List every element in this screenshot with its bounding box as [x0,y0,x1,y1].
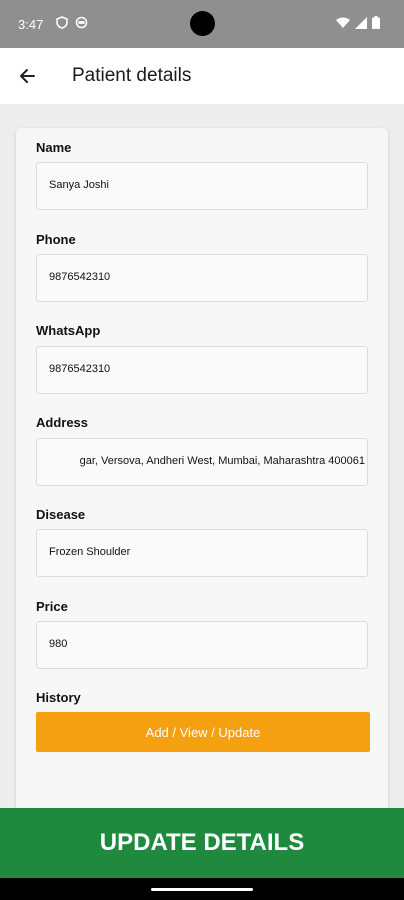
page-title: Patient details [72,65,192,86]
home-indicator[interactable] [151,888,253,891]
navigation-bar [0,878,404,900]
whatsapp-label: WhatsApp [36,323,101,338]
address-field[interactable]: gar, Versova, Andheri West, Mumbai, Maha… [36,438,368,486]
address-label: Address [36,415,89,430]
shield-icon [56,16,68,29]
price-field[interactable]: 980 [36,621,368,669]
status-icons-right [336,16,380,29]
status-bar: 3:47 [0,0,404,48]
phone-label: Phone [36,232,76,247]
disease-field[interactable]: Frozen Shoulder [36,529,368,577]
history-label: History [36,690,81,705]
address-value: gar, Versova, Andheri West, Mumbai, Maha… [79,455,365,467]
status-time: 3:47 [18,17,44,32]
wifi-icon [336,17,350,28]
sim-icon [75,16,88,29]
name-field[interactable]: Sanya Joshi [36,162,368,210]
name-value: Sanya Joshi [49,179,109,191]
patient-form-card: Name Sanya Joshi Phone 9876542310 WhatsA… [16,128,388,818]
whatsapp-field[interactable]: 9876542310 [36,346,368,394]
update-details-button[interactable]: UPDATE DETAILS [0,808,404,878]
camera-cutout [190,11,215,36]
app-bar: Patient details [0,48,404,104]
content-area: Name Sanya Joshi Phone 9876542310 WhatsA… [0,104,404,818]
phone-value: 9876542310 [49,271,111,283]
history-button[interactable]: Add / View / Update [36,712,370,752]
whatsapp-value: 9876542310 [49,363,111,375]
disease-value: Frozen Shoulder [49,546,131,558]
disease-label: Disease [36,507,86,522]
arrow-left-icon [20,69,35,83]
phone-field[interactable]: 9876542310 [36,254,368,302]
status-icons-left [56,16,88,29]
price-label: Price [36,599,68,614]
back-button[interactable] [12,62,42,90]
price-value: 980 [49,638,68,650]
name-label: Name [36,140,72,155]
battery-icon [372,16,380,29]
signal-icon [355,16,367,29]
